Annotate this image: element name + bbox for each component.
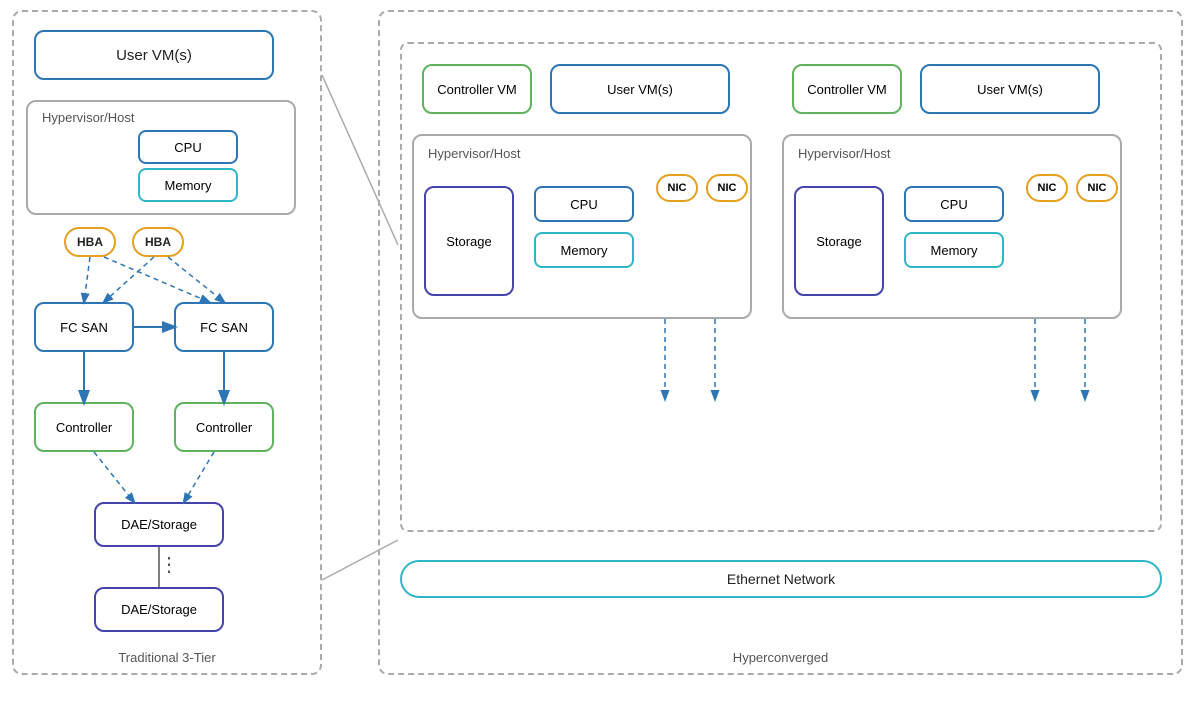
cpu-left-label: CPU [174,140,201,155]
hypervisor-left-label: Hypervisor/Host [42,110,134,125]
user-vm-left: User VM(s) [34,30,274,80]
right-panel: Controller VM User VM(s) Hypervisor/Host… [378,10,1183,675]
diagram-container: User VM(s) Hypervisor/Host CPU Memory HB… [0,0,1197,715]
dae-bottom: DAE/Storage [94,587,224,632]
hba-fcs-rl [104,257,154,302]
left-panel: User VM(s) Hypervisor/Host CPU Memory HB… [12,10,322,675]
storage-node1: Storage [424,186,514,296]
hypervisor-node1-label: Hypervisor/Host [428,146,520,161]
storage-node2: Storage [794,186,884,296]
nic2-node2-label: NIC [1088,182,1107,194]
nic2-node1: NIC [706,174,748,202]
user-vm-node1-label: User VM(s) [607,82,673,97]
hba2-label: HBA [145,235,171,249]
ctrl-vm-node1-label: Controller VM [437,82,516,97]
inner-panel: Controller VM User VM(s) Hypervisor/Host… [400,42,1162,532]
hypervisor-node1: Hypervisor/Host Storage CPU Memory NIC [412,134,752,319]
hba1-label: HBA [77,235,103,249]
fc-san-right: FC SAN [174,302,274,352]
hba-right: HBA [132,227,184,257]
hba-left: HBA [64,227,116,257]
fc-san2-label: FC SAN [200,320,248,335]
ethernet-bar: Ethernet Network [400,560,1162,598]
cpu-node2: CPU [904,186,1004,222]
memory-node1: Memory [534,232,634,268]
nic1-node1: NIC [656,174,698,202]
storage-node2-label: Storage [816,234,862,249]
hba-fcs-lr [104,257,209,302]
cpu-node2-label: CPU [940,197,967,212]
memory-node1-label: Memory [561,243,608,258]
controller-right-box: Controller [174,402,274,452]
right-panel-label: Hyperconverged [733,650,828,665]
dae-top: DAE/Storage [94,502,224,547]
user-vm-node1: User VM(s) [550,64,730,114]
nic1-node1-label: NIC [668,182,687,194]
dots: ⋮ [159,552,179,577]
user-vm-node2: User VM(s) [920,64,1100,114]
ctrl-dae-l [94,452,134,502]
ctrl-vm-node2: Controller VM [792,64,902,114]
storage-node1-label: Storage [446,234,492,249]
user-vm-node2-label: User VM(s) [977,82,1043,97]
nic2-node1-label: NIC [718,182,737,194]
hypervisor-node2: Hypervisor/Host Storage CPU Memory NIC [782,134,1122,319]
cpu-node1: CPU [534,186,634,222]
ctrl-vm-node1: Controller VM [422,64,532,114]
hba-fcs-ll [84,257,90,302]
cpu-box-left: CPU [138,130,238,164]
nic2-node2: NIC [1076,174,1118,202]
user-vm-left-label: User VM(s) [116,47,192,64]
nic1-node2: NIC [1026,174,1068,202]
memory-box-left: Memory [138,168,238,202]
memory-node2: Memory [904,232,1004,268]
ctrl-dae-r [184,452,214,502]
dae1-label: DAE/Storage [121,517,197,532]
dae2-label: DAE/Storage [121,602,197,617]
memory-left-label: Memory [165,178,212,193]
nic1-node2-label: NIC [1038,182,1057,194]
fc-san-left: FC SAN [34,302,134,352]
hba-fcs-rr [168,257,224,302]
ctrl-vm-node2-label: Controller VM [807,82,886,97]
controller1-label: Controller [56,420,112,435]
controller-left-box: Controller [34,402,134,452]
memory-node2-label: Memory [931,243,978,258]
ethernet-label: Ethernet Network [727,571,835,587]
hypervisor-left: Hypervisor/Host CPU Memory [26,100,296,215]
left-panel-label: Traditional 3-Tier [118,650,215,665]
fc-san1-label: FC SAN [60,320,108,335]
hypervisor-node2-label: Hypervisor/Host [798,146,890,161]
cpu-node1-label: CPU [570,197,597,212]
controller2-label: Controller [196,420,252,435]
